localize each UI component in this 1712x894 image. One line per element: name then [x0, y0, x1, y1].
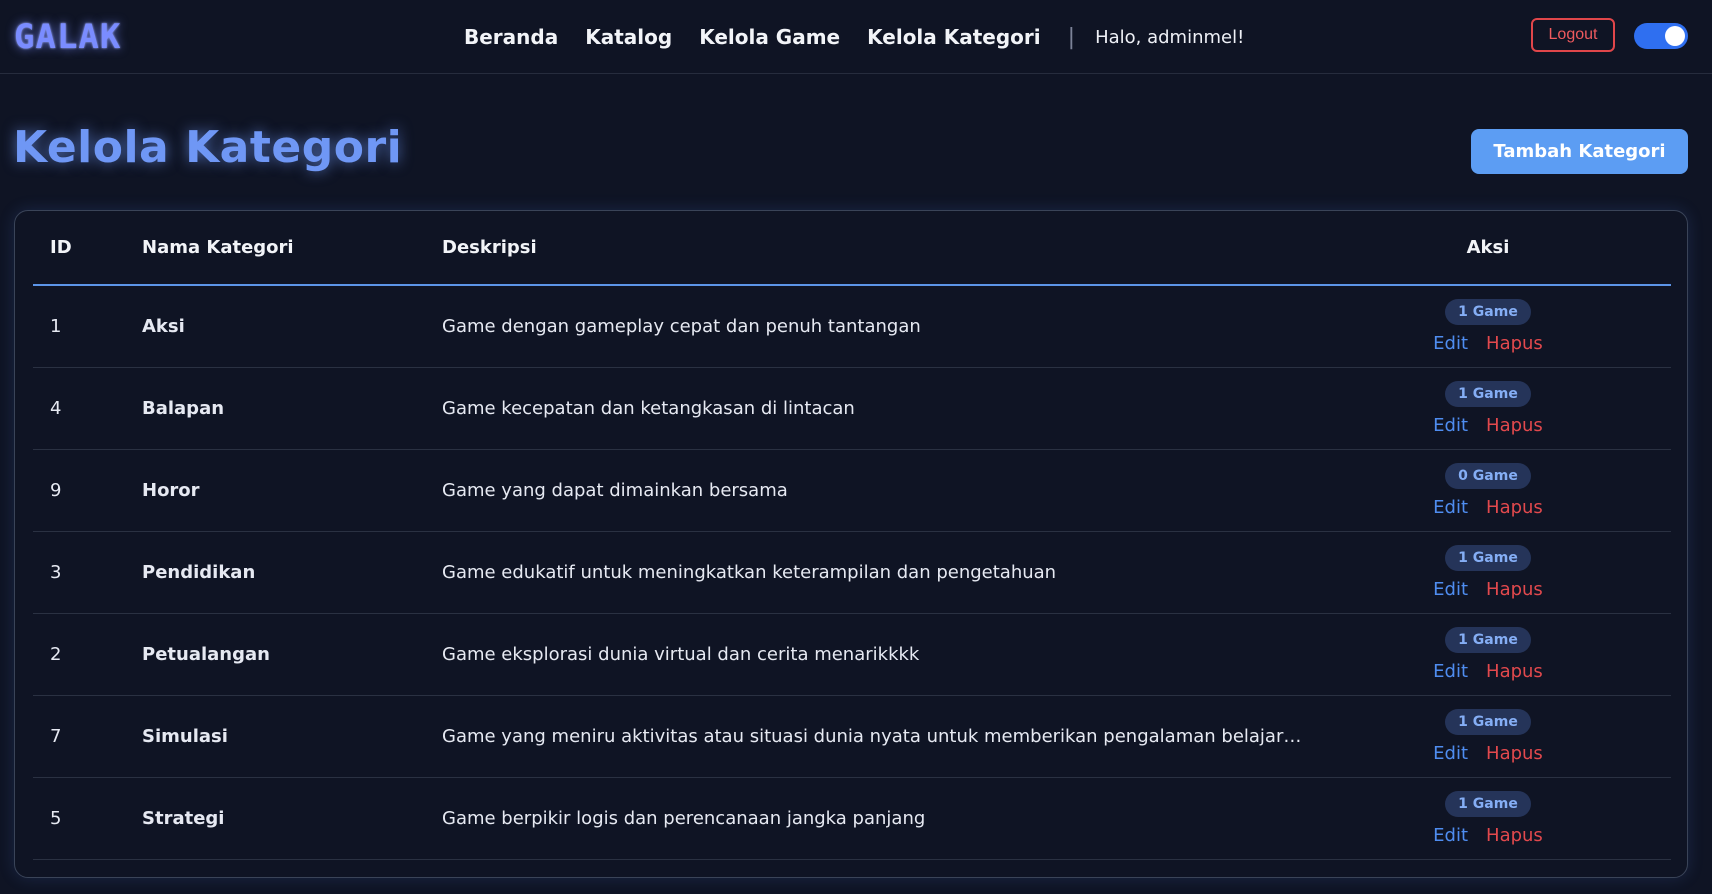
cell-id: 7: [33, 695, 125, 778]
brand-logo[interactable]: GALAK: [14, 17, 121, 57]
game-count-badge: 0 Game: [1445, 463, 1531, 489]
nav-separator: |: [1067, 24, 1076, 50]
delete-link[interactable]: Hapus: [1486, 497, 1543, 518]
cell-name: Simulasi: [125, 695, 425, 778]
row-actions: Edit Hapus: [1305, 579, 1671, 600]
edit-link[interactable]: Edit: [1433, 497, 1468, 518]
cell-id: 9: [33, 449, 125, 532]
nav-beranda[interactable]: Beranda: [464, 25, 558, 49]
delete-link[interactable]: Hapus: [1486, 825, 1543, 846]
cell-desc: Game edukatif untuk meningkatkan keteram…: [425, 531, 1305, 614]
add-category-button[interactable]: Tambah Kategori: [1471, 129, 1688, 174]
table-row: 2 Petualangan Game eksplorasi dunia virtua…: [33, 613, 1671, 696]
edit-link[interactable]: Edit: [1433, 333, 1468, 354]
game-count-badge: 1 Game: [1445, 299, 1531, 325]
edit-link[interactable]: Edit: [1433, 579, 1468, 600]
edit-link[interactable]: Edit: [1433, 743, 1468, 764]
game-count-badge: 1 Game: [1445, 627, 1531, 653]
header-desc: Deskripsi: [425, 211, 1305, 286]
table-row: 1 Aksi Game dengan gameplay cepat dan penu…: [33, 285, 1671, 368]
cell-id: 3: [33, 531, 125, 614]
header-id: ID: [33, 211, 125, 286]
table-row: 5 Strategi Game berpikir logis dan perenca…: [33, 777, 1671, 860]
cell-action: 1 Game Edit Hapus: [1305, 613, 1671, 696]
table-header-row: ID Nama Kategori Deskripsi Aksi: [33, 211, 1671, 286]
cell-name: Aksi: [125, 285, 425, 368]
header-action: Aksi: [1305, 211, 1671, 286]
row-actions: Edit Hapus: [1305, 333, 1671, 354]
cell-desc: Game kecepatan dan ketangkasan di lintac…: [425, 367, 1305, 450]
edit-link[interactable]: Edit: [1433, 825, 1468, 846]
cell-name: Pendidikan: [125, 531, 425, 614]
row-actions: Edit Hapus: [1305, 497, 1671, 518]
edit-link[interactable]: Edit: [1433, 661, 1468, 682]
nav-kelola-kategori[interactable]: Kelola Kategori: [867, 25, 1041, 49]
game-count-badge: 1 Game: [1445, 791, 1531, 817]
cell-action: 1 Game Edit Hapus: [1305, 367, 1671, 450]
cell-desc: Game yang meniru aktivitas atau situasi …: [425, 695, 1305, 778]
edit-link[interactable]: Edit: [1433, 415, 1468, 436]
cell-id: 4: [33, 367, 125, 450]
cell-action: 1 Game Edit Hapus: [1305, 531, 1671, 614]
table-row: 3 Pendidikan Game edukatif untuk meningkat…: [33, 531, 1671, 614]
cell-action: 0 Game Edit Hapus: [1305, 449, 1671, 532]
table-row: 7 Simulasi Game yang meniru aktivitas atau…: [33, 695, 1671, 778]
row-actions: Edit Hapus: [1305, 825, 1671, 846]
game-count-badge: 1 Game: [1445, 709, 1531, 735]
logout-button[interactable]: Logout: [1531, 18, 1615, 52]
delete-link[interactable]: Hapus: [1486, 743, 1543, 764]
cell-name: Balapan: [125, 367, 425, 450]
cell-id: 5: [33, 777, 125, 860]
nav-kelola-game[interactable]: Kelola Game: [699, 25, 840, 49]
cell-id: 2: [33, 613, 125, 696]
page-title: Kelola Kategori: [13, 122, 403, 173]
toggle-knob: [1665, 26, 1685, 46]
cell-desc: Game berpikir logis dan perencanaan jang…: [425, 777, 1305, 860]
cell-desc: Game yang dapat dimainkan bersama: [425, 449, 1305, 532]
cell-name: Petualangan: [125, 613, 425, 696]
cell-desc: Game eksplorasi dunia virtual dan cerita…: [425, 613, 1305, 696]
theme-toggle[interactable]: [1634, 23, 1688, 49]
table-row: 4 Balapan Game kecepatan dan ketangkasan d…: [33, 367, 1671, 450]
cell-name: Horor: [125, 449, 425, 532]
delete-link[interactable]: Hapus: [1486, 333, 1543, 354]
row-actions: Edit Hapus: [1305, 415, 1671, 436]
top-navbar: GALAK Beranda Katalog Kelola Game Kelola…: [0, 0, 1712, 74]
cell-name: Strategi: [125, 777, 425, 860]
cell-action: 1 Game Edit Hapus: [1305, 695, 1671, 778]
nav-katalog[interactable]: Katalog: [585, 25, 672, 49]
main-nav: Beranda Katalog Kelola Game Kelola Kateg…: [464, 0, 1244, 74]
cell-desc: Game dengan gameplay cepat dan penuh tan…: [425, 285, 1305, 368]
delete-link[interactable]: Hapus: [1486, 579, 1543, 600]
header-name: Nama Kategori: [125, 211, 425, 286]
table-row: 9 Horor Game yang dapat dimainkan bersama 0…: [33, 449, 1671, 532]
table-body: 1 Aksi Game dengan gameplay cepat dan penu…: [33, 285, 1671, 860]
category-table: ID Nama Kategori Deskripsi Aksi 1 Aksi Gam…: [33, 211, 1671, 860]
cell-action: 1 Game Edit Hapus: [1305, 285, 1671, 368]
user-greeting: Halo, adminmel!: [1095, 26, 1245, 48]
cell-id: 1: [33, 285, 125, 368]
delete-link[interactable]: Hapus: [1486, 661, 1543, 682]
row-actions: Edit Hapus: [1305, 661, 1671, 682]
game-count-badge: 1 Game: [1445, 545, 1531, 571]
row-actions: Edit Hapus: [1305, 743, 1671, 764]
game-count-badge: 1 Game: [1445, 381, 1531, 407]
cell-action: 1 Game Edit Hapus: [1305, 777, 1671, 860]
category-table-card: ID Nama Kategori Deskripsi Aksi 1 Aksi Gam…: [14, 210, 1688, 878]
delete-link[interactable]: Hapus: [1486, 415, 1543, 436]
